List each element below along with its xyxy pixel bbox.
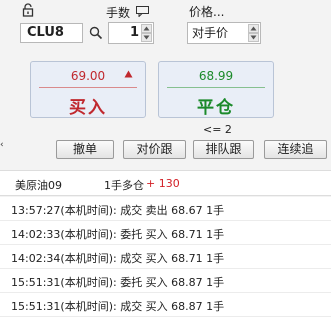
log-text: 15:51:31(本机时间): 成交 买入 68.87 1手 [11, 300, 225, 313]
quantity-label: 手数 [106, 6, 131, 20]
close-price: 68.99 [198, 69, 234, 83]
buy-label: 买入 [69, 98, 107, 118]
position-hint: <= 2 [203, 123, 232, 136]
chase-opponent-button[interactable]: 对价跟 [123, 140, 186, 159]
quantity-stepper[interactable]: 1 [108, 22, 154, 44]
log-row: 15:51:31(本机时间): 成交 买入 68.87 1手 [0, 293, 331, 317]
position-row[interactable]: 美原油09 1手多仓 + 130 [0, 170, 331, 196]
cancel-button[interactable]: 撤单 [56, 140, 114, 159]
quantity-value: 1 [129, 25, 139, 40]
log-text: 14:02:34(本机时间): 成交 买入 68.71 1手 [11, 252, 225, 265]
buy-button[interactable]: 69.00 买入 [30, 61, 146, 118]
position-pnl: + 130 [146, 177, 180, 190]
position-direction: 1手多仓 [104, 179, 144, 192]
position-name: 美原油09 [15, 179, 62, 192]
price-label[interactable]: 价格... [189, 3, 224, 20]
trade-log: 13:57:27(本机时间): 成交 卖出 68.67 1手 14:02:33(… [0, 197, 331, 320]
price-up-button[interactable] [248, 24, 259, 33]
collapse-handle[interactable]: ‹ [0, 141, 4, 150]
price-mode-input[interactable]: 对手价 [187, 22, 261, 44]
log-row: 15:51:31(本机时间): 委托 买入 68.87 1手 [0, 269, 331, 293]
log-text: 13:57:27(本机时间): 成交 卖出 68.67 1手 [11, 204, 225, 217]
log-row: 13:57:27(本机时间): 成交 卖出 68.67 1手 [0, 197, 331, 221]
close-label: 平仓 [197, 98, 235, 118]
close-position-button[interactable]: 68.99 平仓 [158, 61, 274, 118]
chase-queue-button[interactable]: 排队跟 [193, 140, 254, 159]
log-row: 14:02:33(本机时间): 委托 买入 68.71 1手 [0, 221, 331, 245]
symbol-input[interactable]: CLU8 [20, 23, 83, 43]
close-divider [167, 87, 265, 88]
quantity-down-button[interactable] [141, 33, 152, 42]
buy-divider [39, 87, 137, 88]
quantity-up-button[interactable] [141, 24, 152, 33]
up-triangle-icon [124, 70, 133, 78]
search-icon[interactable] [89, 26, 103, 40]
chase-continuous-button[interactable]: 连续追 [264, 140, 327, 159]
price-mode-value: 对手价 [192, 26, 229, 40]
log-text: 14:02:33(本机时间): 委托 买入 68.71 1手 [11, 228, 225, 241]
log-row: 14:02:34(本机时间): 成交 买入 68.71 1手 [0, 245, 331, 269]
lock-icon[interactable] [21, 3, 35, 17]
log-text: 15:51:31(本机时间): 委托 买入 68.87 1手 [11, 276, 225, 289]
price-down-button[interactable] [248, 33, 259, 42]
chat-icon[interactable] [136, 6, 149, 18]
